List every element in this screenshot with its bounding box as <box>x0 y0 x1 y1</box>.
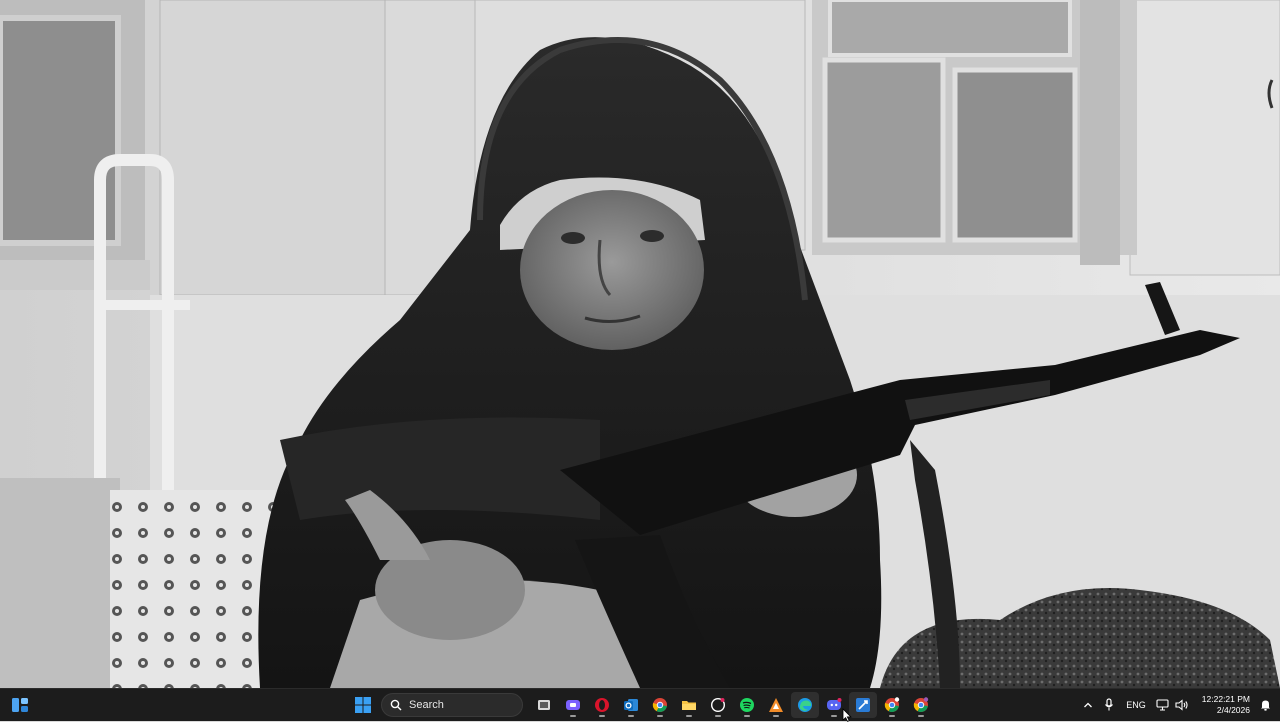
microphone-button[interactable] <box>1098 689 1120 721</box>
volume-button[interactable] <box>1172 689 1192 721</box>
opera-icon <box>594 698 609 712</box>
github-icon <box>710 698 725 712</box>
vs-icon <box>855 698 870 712</box>
edge-icon <box>797 698 812 712</box>
task-view-icon <box>537 700 550 710</box>
system-tray: ENG 12:22:21 PM 2/4/2026 <box>1078 689 1280 721</box>
app-orange-icon <box>768 698 783 712</box>
teams-icon <box>565 700 580 710</box>
notifications-button[interactable] <box>1258 689 1272 721</box>
taskbar-app-chrome-profile[interactable] <box>878 692 906 718</box>
taskbar-app-task-view[interactable] <box>530 692 558 718</box>
clock-date: 2/4/2026 <box>1216 705 1250 715</box>
language-indicator[interactable]: ENG <box>1120 689 1154 721</box>
taskbar-search[interactable]: Search <box>381 693 523 717</box>
taskbar-app-orange[interactable] <box>762 692 790 718</box>
chrome-icon <box>913 697 928 713</box>
network-button[interactable] <box>1154 689 1172 721</box>
taskbar-app-teams[interactable] <box>559 692 587 718</box>
clock-button[interactable]: 12:22:21 PM 2/4/2026 <box>1202 694 1250 716</box>
widgets-button[interactable] <box>10 695 32 715</box>
discord-icon <box>826 698 841 710</box>
microphone-icon <box>1105 698 1114 711</box>
taskbar-app-edge[interactable] <box>790 692 819 718</box>
clock-time: 12:22:21 PM <box>1201 694 1250 704</box>
taskbar-app-chrome[interactable] <box>646 692 674 718</box>
chrome-icon <box>884 697 899 713</box>
windows-logo-icon <box>354 697 371 713</box>
outlook-icon <box>623 699 638 711</box>
chevron-up-icon <box>1084 702 1093 708</box>
taskbar-app-opera[interactable] <box>588 692 616 718</box>
chrome-icon <box>652 698 667 713</box>
show-hidden-icons-button[interactable] <box>1078 689 1098 721</box>
folder-icon <box>681 701 696 710</box>
network-monitor-icon <box>1156 699 1169 711</box>
wallpaper-photo <box>0 0 1280 688</box>
start-button[interactable] <box>349 692 377 718</box>
taskbar-app-github[interactable] <box>704 692 732 718</box>
taskbar-app-outlook[interactable] <box>617 692 645 718</box>
taskbar-app-spotify[interactable] <box>733 692 761 718</box>
volume-icon <box>1175 699 1188 711</box>
taskbar-app-chrome-profile-2[interactable] <box>907 692 935 718</box>
taskbar-app-file-explorer[interactable] <box>675 692 703 718</box>
search-icon <box>390 699 402 711</box>
desktop-wallpaper <box>0 0 1280 688</box>
spotify-icon <box>739 698 754 712</box>
widgets-icon <box>12 698 28 712</box>
taskbar-app-visual-studio[interactable] <box>848 692 877 718</box>
language-label: ENG <box>1126 700 1146 710</box>
search-label: Search <box>409 699 444 711</box>
bell-icon <box>1260 700 1270 711</box>
taskbar: Search ENG 12:22:21 PM 2/4/2026 <box>0 688 1280 721</box>
